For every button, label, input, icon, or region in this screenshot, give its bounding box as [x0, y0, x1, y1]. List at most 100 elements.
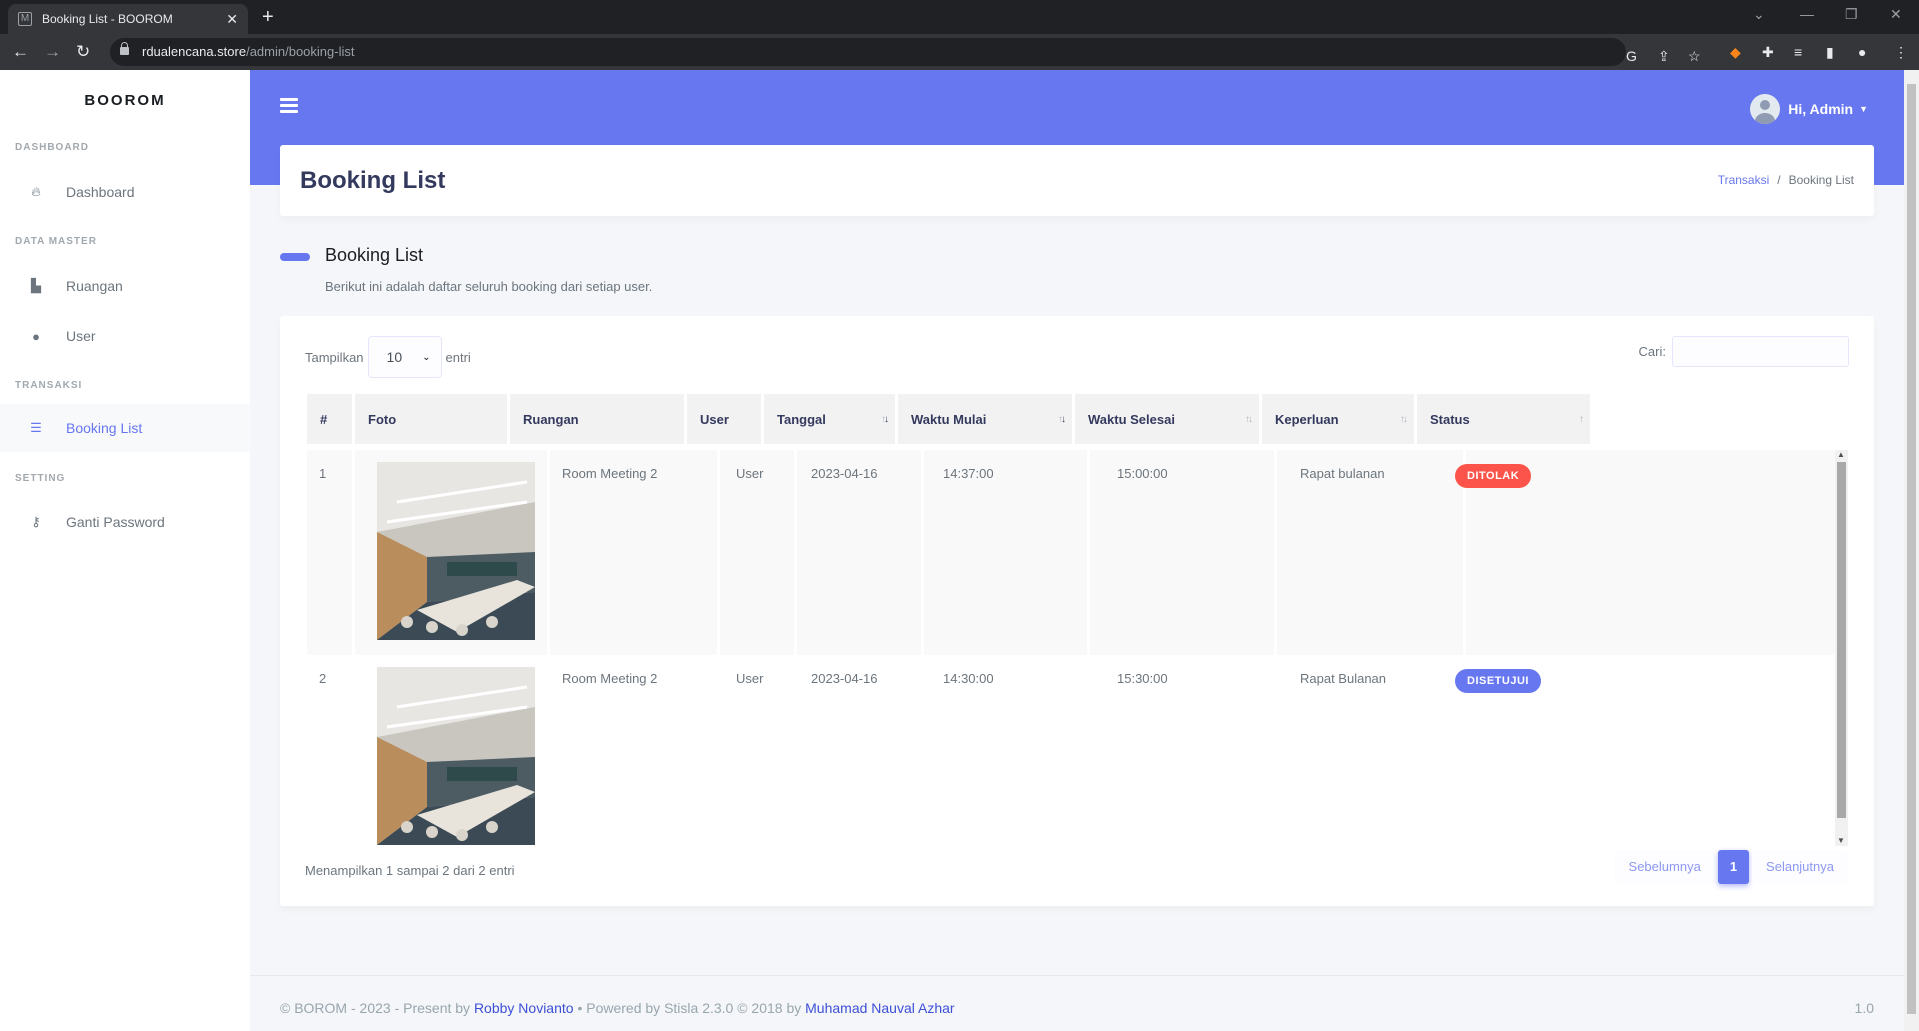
- user-icon: ●: [32, 328, 40, 344]
- sidebar-item-ruangan[interactable]: ▙ Ruangan: [0, 262, 250, 310]
- cell-no: 2: [319, 671, 327, 686]
- reload-icon[interactable]: ↻: [76, 42, 90, 62]
- room-photo: [377, 462, 535, 640]
- hamburger-menu-icon[interactable]: [280, 98, 298, 116]
- col-header-user[interactable]: User: [687, 394, 761, 444]
- profile-icon[interactable]: ●: [1858, 43, 1866, 61]
- section-title-accent: [280, 253, 310, 261]
- table-body: 1 Room Meeting 2 User 2023-04-16 14:37:0…: [307, 450, 1835, 862]
- media-icon[interactable]: ≡: [1794, 43, 1802, 61]
- section-header: Booking List Transaksi / Booking List: [280, 145, 1874, 216]
- cell-tanggal: 2023-04-16: [811, 671, 878, 686]
- breadcrumb-link-transaksi[interactable]: Transaksi: [1718, 173, 1770, 187]
- sidebar-item-label: Ruangan: [66, 278, 123, 294]
- table-scrollbar[interactable]: ▲ ▼: [1835, 450, 1848, 846]
- footer-credits: © BOROM - 2023 - Present by Robby Novian…: [280, 1000, 955, 1016]
- minimize-icon[interactable]: —: [1800, 6, 1814, 22]
- cell-no: 1: [319, 466, 327, 481]
- pagination-page-button[interactable]: 1: [1717, 850, 1750, 884]
- list-icon: ☰: [30, 420, 42, 435]
- pagination-next-button[interactable]: Selanjutnya: [1752, 850, 1848, 884]
- user-dropdown[interactable]: Hi, Admin ▼: [1750, 94, 1868, 124]
- footer: © BOROM - 2023 - Present by Robby Novian…: [250, 975, 1904, 1031]
- cell-user: User: [736, 671, 764, 686]
- section-lead: Berikut ini adalah daftar seluruh bookin…: [325, 279, 653, 294]
- restore-icon[interactable]: ❐: [1845, 6, 1858, 23]
- address-bar[interactable]: rdualencana.store/admin/booking-list G ⇪…: [110, 38, 1701, 66]
- col-header-status[interactable]: Status ↑: [1417, 394, 1590, 444]
- booking-table-card: Tampilkan 10 ⌄ entri Cari: # Foto Ruanga…: [280, 316, 1874, 906]
- fire-icon: 🔥︎: [31, 184, 41, 199]
- menu-header-setting: SETTING: [15, 473, 66, 484]
- col-header-waktu-selesai[interactable]: Waktu Selesai ↑↓: [1075, 394, 1259, 444]
- sidebar-item-ganti-password[interactable]: ⚷ Ganti Password: [0, 498, 250, 546]
- cell-waktu-selesai: 15:30:00: [1117, 671, 1168, 686]
- chevron-down-icon: ⌄: [422, 351, 431, 363]
- col-header-waktu-mulai[interactable]: Waktu Mulai ↑↓: [898, 394, 1072, 444]
- table-search: Cari:: [1639, 336, 1849, 367]
- back-icon[interactable]: ←: [12, 42, 29, 62]
- menu-kebab-icon[interactable]: ⋮: [1894, 43, 1908, 61]
- browser-tab[interactable]: M Booking List - BOOROM ✕: [8, 4, 248, 34]
- length-label: Tampilkan: [305, 349, 364, 365]
- window-close-icon[interactable]: ✕: [1890, 6, 1902, 23]
- sort-icon: ↑↓: [1400, 414, 1408, 425]
- col-header-ruangan[interactable]: Ruangan: [510, 394, 684, 444]
- cell-ruangan: Room Meeting 2: [562, 466, 658, 481]
- sidebar-item-label: User: [66, 328, 96, 344]
- page-scrollbar-thumb[interactable]: [1907, 84, 1916, 1014]
- brand-logo[interactable]: BOOROM: [0, 92, 250, 109]
- sort-icon: ↑↓: [881, 414, 889, 425]
- extensions-icon[interactable]: ✚: [1762, 43, 1774, 61]
- search-label: Cari:: [1638, 344, 1666, 359]
- scrollbar-thumb[interactable]: [1837, 462, 1846, 818]
- cell-waktu-selesai: 15:00:00: [1117, 466, 1168, 481]
- col-header-keperluan[interactable]: Keperluan ↑↓: [1262, 394, 1414, 444]
- scroll-up-icon[interactable]: ▲: [1837, 450, 1845, 459]
- sort-icon: ↑: [1579, 414, 1584, 425]
- sidebar-item-dashboard[interactable]: 🔥︎ Dashboard: [0, 168, 250, 216]
- cell-keperluan: Rapat bulanan: [1300, 466, 1385, 481]
- new-tab-icon[interactable]: +: [262, 6, 274, 29]
- entries-select[interactable]: 10 ⌄: [367, 336, 442, 378]
- col-header-no[interactable]: #: [307, 394, 352, 444]
- bookmark-star-icon[interactable]: ☆: [1688, 47, 1701, 65]
- scroll-down-icon[interactable]: ▼: [1837, 836, 1845, 845]
- status-badge: DITOLAK: [1455, 464, 1532, 488]
- browser-tabbar: M Booking List - BOOROM ✕ + ⌄ — ❐ ✕: [0, 0, 1919, 34]
- footer-stisla-link[interactable]: Muhamad Nauval Azhar: [805, 1000, 954, 1016]
- col-header-foto[interactable]: Foto: [355, 394, 507, 444]
- tab-close-icon[interactable]: ✕: [226, 11, 238, 28]
- tab-search-icon[interactable]: ⌄: [1753, 6, 1765, 23]
- page-scrollbar[interactable]: [1904, 70, 1919, 1031]
- share-icon[interactable]: ⇪: [1658, 47, 1670, 65]
- table-info: Menampilkan 1 sampai 2 dari 2 entri: [305, 863, 515, 878]
- entries-length-control: Tampilkan 10 ⌄ entri: [305, 336, 471, 378]
- sidebar-item-booking-list[interactable]: ☰ Booking List: [0, 404, 250, 452]
- page-title: Booking List: [300, 167, 446, 194]
- sidebar-item-label: Booking List: [66, 420, 143, 436]
- sidebar-item-label: Dashboard: [66, 184, 135, 200]
- sidebar-item-user[interactable]: ● User: [0, 312, 250, 360]
- col-header-tanggal[interactable]: Tanggal ↑↓: [764, 394, 895, 444]
- avatar: [1750, 94, 1781, 124]
- room-photo: [377, 667, 535, 845]
- sort-icon: ↑↓: [1245, 414, 1253, 425]
- footer-author-link[interactable]: Robby Novianto: [474, 1000, 574, 1016]
- site-favicon-icon: M: [18, 12, 32, 26]
- forward-icon[interactable]: →: [44, 42, 61, 62]
- entries-select-value: 10: [386, 349, 403, 365]
- side-panel-icon[interactable]: ▮: [1826, 43, 1834, 61]
- sidebar-item-label: Ganti Password: [66, 514, 165, 530]
- search-input[interactable]: [1672, 336, 1849, 367]
- sort-icon: ↑↓: [1058, 414, 1066, 425]
- google-icon[interactable]: G: [1626, 47, 1637, 65]
- table-header: # Foto Ruangan User Tanggal ↑↓ Waktu Mula…: [307, 394, 1848, 444]
- metamask-icon[interactable]: ◆: [1730, 43, 1741, 61]
- pagination: Sebelumnya 1 Selanjutnya: [1612, 850, 1848, 884]
- sidebar: BOOROM DASHBOARD 🔥︎ Dashboard DATA MASTE…: [0, 70, 250, 1031]
- browser-toolbar: ← → ↻ rdualencana.store/admin/booking-li…: [0, 34, 1919, 70]
- pagination-prev-button[interactable]: Sebelumnya: [1614, 850, 1715, 884]
- user-greeting: Hi, Admin: [1788, 101, 1854, 117]
- menu-header-data-master: DATA MASTER: [15, 236, 97, 247]
